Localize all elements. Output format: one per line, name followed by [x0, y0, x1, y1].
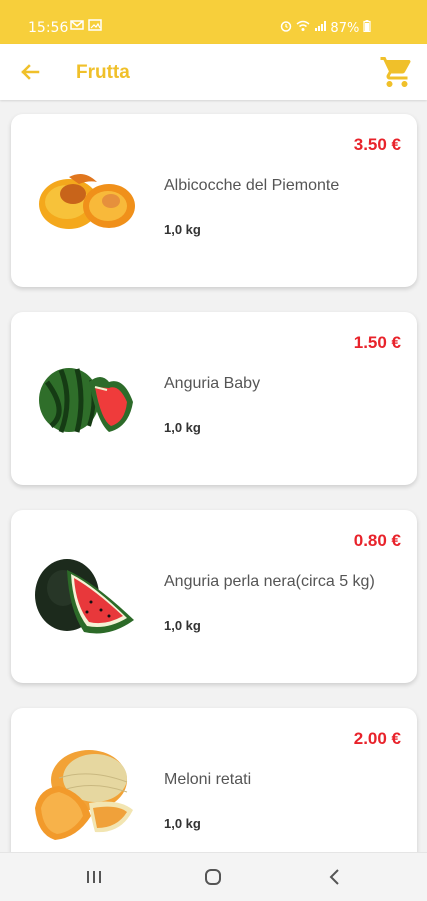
mail-icon: [70, 20, 84, 30]
notification-icons: [70, 19, 102, 31]
nav-back-icon: [329, 869, 339, 885]
app-bar: Frutta: [0, 44, 427, 100]
product-list[interactable]: 3.50 € Albicocche del Piemonte 1,0 kg 1.…: [0, 100, 427, 852]
product-name: Meloni retati: [164, 771, 252, 788]
product-name: Anguria perla nera(circa 5 kg): [164, 573, 375, 590]
product-card[interactable]: 2.00 € Meloni retati 1,0 kg: [11, 708, 417, 852]
watermelon-image: [39, 368, 133, 433]
battery-percent: 87%: [330, 21, 360, 36]
product-card[interactable]: 0.80 € Anguria perla nera(circa 5 kg) 1,…: [11, 510, 417, 683]
product-price: 3.50 €: [353, 135, 401, 154]
product-price: 0.80 €: [353, 531, 401, 550]
arrow-back-icon: [21, 64, 40, 80]
product-weight: 1,0 kg: [164, 420, 201, 435]
page-title: Frutta: [76, 62, 130, 83]
status-battery: 87%: [280, 20, 372, 36]
home-icon: [205, 869, 221, 885]
recent-apps-icon: [87, 871, 101, 883]
status-bar: 15:56 87%: [0, 0, 427, 44]
home-button[interactable]: [203, 867, 223, 892]
product-card[interactable]: 1.50 € Anguria Baby 1,0 kg: [11, 312, 417, 485]
cantaloupe-image: [35, 750, 133, 840]
product-weight: 1,0 kg: [164, 816, 201, 831]
back-button[interactable]: [14, 56, 46, 88]
image-icon: [88, 19, 102, 31]
cart-button[interactable]: [379, 54, 415, 90]
product-name: Anguria Baby: [164, 375, 261, 392]
shopping-cart-icon: [380, 57, 411, 87]
signal-icon: [315, 21, 327, 31]
nav-back-button[interactable]: [325, 867, 345, 892]
alarm-icon: [280, 21, 292, 32]
status-time: 15:56: [28, 20, 69, 36]
product-price: 2.00 €: [353, 729, 401, 748]
apricot-image: [39, 173, 135, 229]
product-weight: 1,0 kg: [164, 222, 201, 237]
product-card[interactable]: 3.50 € Albicocche del Piemonte 1,0 kg: [11, 114, 417, 287]
recent-apps-button[interactable]: [84, 867, 104, 892]
product-price: 1.50 €: [353, 333, 401, 352]
watermelon-slice-image: [35, 559, 134, 634]
system-nav-bar: [0, 852, 427, 901]
product-weight: 1,0 kg: [164, 618, 201, 633]
wifi-icon: [296, 20, 310, 31]
product-name: Albicocche del Piemonte: [164, 177, 340, 194]
battery-icon: [363, 20, 372, 33]
